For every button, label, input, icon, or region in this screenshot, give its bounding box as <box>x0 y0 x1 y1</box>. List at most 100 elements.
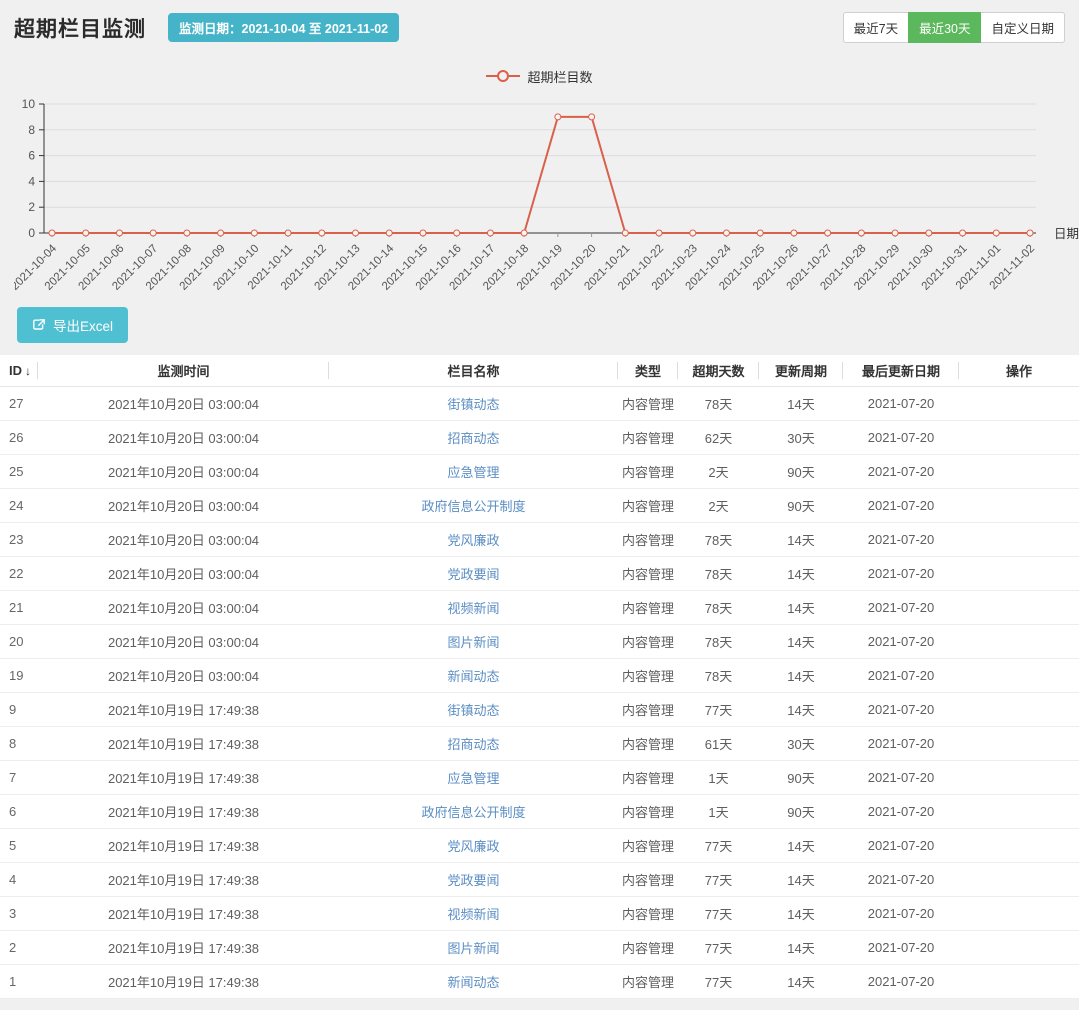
column-name-link[interactable]: 政府信息公开制度 <box>421 499 525 514</box>
cell-id: 4 <box>0 862 38 896</box>
cell-action <box>959 488 1079 522</box>
cell-overdue: 2天 <box>678 454 759 488</box>
cell-updated: 2021-07-20 <box>843 896 959 930</box>
sort-desc-icon[interactable]: ↓ <box>25 364 31 378</box>
legend-item-overdue-count[interactable]: 超期栏目数 <box>486 67 592 86</box>
data-point-marker[interactable] <box>319 230 325 236</box>
data-point-marker[interactable] <box>791 230 797 236</box>
data-point-marker[interactable] <box>690 230 696 236</box>
column-header-id[interactable]: ID↓ <box>0 355 38 386</box>
cell-action <box>959 658 1079 692</box>
data-point-marker[interactable] <box>892 230 898 236</box>
cell-name: 党风廉政 <box>329 828 618 862</box>
column-name-link[interactable]: 招商动态 <box>447 737 499 752</box>
range-button-0[interactable]: 最近7天 <box>843 12 909 43</box>
column-name-link[interactable]: 图片新闻 <box>447 635 499 650</box>
cell-updated: 2021-07-20 <box>843 726 959 760</box>
table-row: 222021年10月20日 03:00:04党政要闻内容管理78天14天2021… <box>0 556 1079 590</box>
column-name-link[interactable]: 应急管理 <box>447 465 499 480</box>
data-point-marker[interactable] <box>353 230 359 236</box>
export-excel-button[interactable]: 导出Excel <box>17 307 128 343</box>
column-name-link[interactable]: 视频新闻 <box>447 601 499 616</box>
cell-id: 1 <box>0 964 38 998</box>
column-name-link[interactable]: 街镇动态 <box>447 397 499 412</box>
data-point-marker[interactable] <box>454 230 460 236</box>
cell-cycle: 90天 <box>759 454 843 488</box>
column-name-link[interactable]: 党风廉政 <box>447 839 499 854</box>
cell-cycle: 14天 <box>759 828 843 862</box>
monitor-date-badge: 监测日期：2021-10-04 至 2021-11-02 <box>168 13 399 42</box>
data-point-marker[interactable] <box>960 230 966 236</box>
data-point-marker[interactable] <box>555 114 561 120</box>
cell-name: 招商动态 <box>329 726 618 760</box>
cell-type: 内容管理 <box>618 522 678 556</box>
data-point-marker[interactable] <box>993 230 999 236</box>
cell-id: 26 <box>0 420 38 454</box>
column-name-link[interactable]: 党政要闻 <box>447 567 499 582</box>
cell-updated: 2021-07-20 <box>843 624 959 658</box>
data-point-marker[interactable] <box>757 230 763 236</box>
column-header-time: 监测时间 <box>38 355 329 386</box>
table-row: 92021年10月19日 17:49:38街镇动态内容管理77天14天2021-… <box>0 692 1079 726</box>
column-name-link[interactable]: 招商动态 <box>447 431 499 446</box>
column-header-label: 监测时间 <box>157 364 209 379</box>
data-point-marker[interactable] <box>825 230 831 236</box>
table-row: 202021年10月20日 03:00:04图片新闻内容管理78天14天2021… <box>0 624 1079 658</box>
cell-time: 2021年10月19日 17:49:38 <box>38 862 329 896</box>
range-button-2[interactable]: 自定义日期 <box>980 12 1065 43</box>
data-point-marker[interactable] <box>420 230 426 236</box>
table-row: 82021年10月19日 17:49:38招商动态内容管理61天30天2021-… <box>0 726 1079 760</box>
cell-overdue: 78天 <box>678 522 759 556</box>
data-point-marker[interactable] <box>49 230 55 236</box>
data-point-marker[interactable] <box>1027 230 1033 236</box>
cell-name: 党风廉政 <box>329 522 618 556</box>
column-name-link[interactable]: 党政要闻 <box>447 873 499 888</box>
column-name-link[interactable]: 视频新闻 <box>447 907 499 922</box>
cell-time: 2021年10月19日 17:49:38 <box>38 760 329 794</box>
column-header-label: 最后更新日期 <box>862 364 940 379</box>
data-point-marker[interactable] <box>723 230 729 236</box>
column-name-link[interactable]: 党风廉政 <box>447 533 499 548</box>
data-point-marker[interactable] <box>521 230 527 236</box>
data-point-marker[interactable] <box>926 230 932 236</box>
cell-updated: 2021-07-20 <box>843 930 959 964</box>
cell-name: 政府信息公开制度 <box>329 794 618 828</box>
cell-time: 2021年10月20日 03:00:04 <box>38 624 329 658</box>
column-name-link[interactable]: 图片新闻 <box>447 941 499 956</box>
data-point-marker[interactable] <box>589 114 595 120</box>
data-point-marker[interactable] <box>285 230 291 236</box>
column-name-link[interactable]: 政府信息公开制度 <box>421 805 525 820</box>
cell-id: 5 <box>0 828 38 862</box>
data-point-marker[interactable] <box>251 230 257 236</box>
data-point-marker[interactable] <box>487 230 493 236</box>
cell-name: 图片新闻 <box>329 930 618 964</box>
data-point-marker[interactable] <box>386 230 392 236</box>
column-name-link[interactable]: 新闻动态 <box>447 975 499 990</box>
column-name-link[interactable]: 街镇动态 <box>447 703 499 718</box>
data-point-marker[interactable] <box>116 230 122 236</box>
cell-overdue: 77天 <box>678 930 759 964</box>
cell-overdue: 77天 <box>678 828 759 862</box>
data-point-marker[interactable] <box>622 230 628 236</box>
cell-name: 党政要闻 <box>329 556 618 590</box>
data-point-marker[interactable] <box>656 230 662 236</box>
data-point-marker[interactable] <box>184 230 190 236</box>
data-point-marker[interactable] <box>150 230 156 236</box>
data-point-marker[interactable] <box>858 230 864 236</box>
y-tick-label: 4 <box>28 174 35 188</box>
data-point-marker[interactable] <box>218 230 224 236</box>
cell-updated: 2021-07-20 <box>843 828 959 862</box>
cell-name: 新闻动态 <box>329 658 618 692</box>
column-name-link[interactable]: 应急管理 <box>447 771 499 786</box>
data-point-marker[interactable] <box>83 230 89 236</box>
cell-cycle: 14天 <box>759 556 843 590</box>
cell-name: 政府信息公开制度 <box>329 488 618 522</box>
cell-type: 内容管理 <box>618 794 678 828</box>
table-row: 42021年10月19日 17:49:38党政要闻内容管理77天14天2021-… <box>0 862 1079 896</box>
range-button-1[interactable]: 最近30天 <box>908 12 981 43</box>
top-section: 超期栏目监测 监测日期：2021-10-04 至 2021-11-02 最近7天… <box>0 0 1079 343</box>
column-name-link[interactable]: 新闻动态 <box>447 669 499 684</box>
cell-action <box>959 692 1079 726</box>
cell-name: 党政要闻 <box>329 862 618 896</box>
table-row: 252021年10月20日 03:00:04应急管理内容管理2天90天2021-… <box>0 454 1079 488</box>
